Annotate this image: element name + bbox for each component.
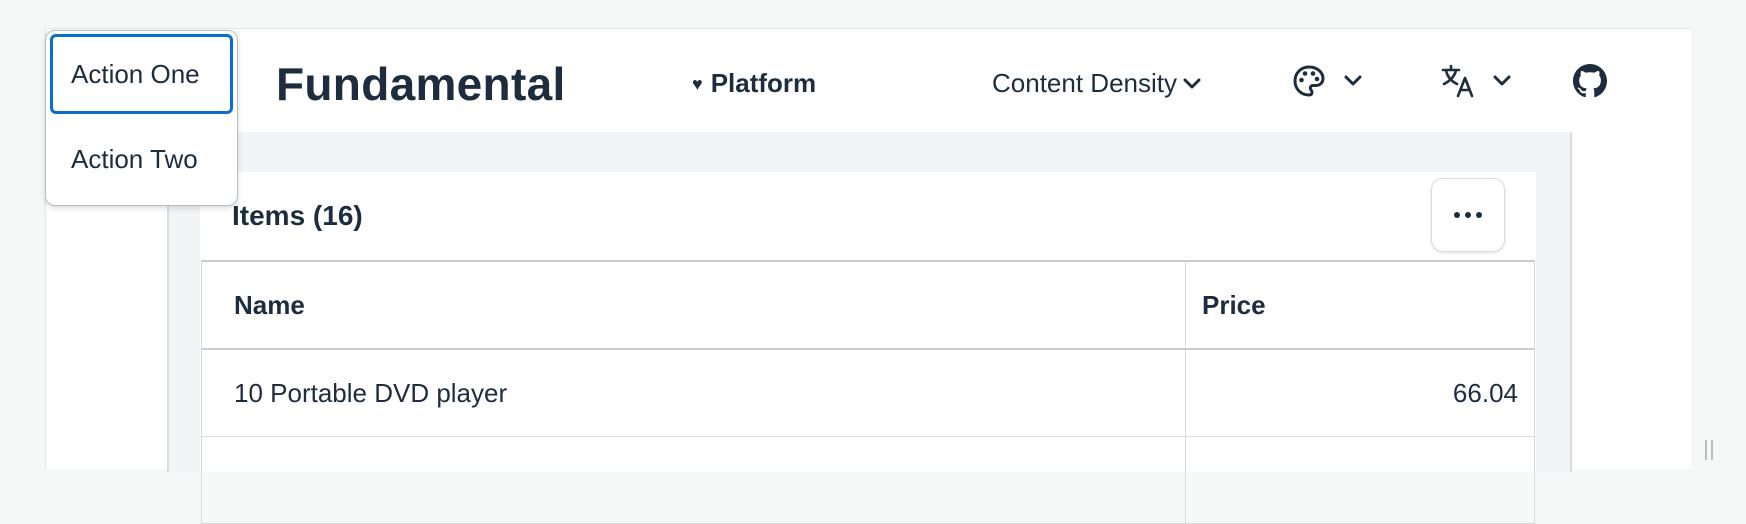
- theme-menu-button[interactable]: [1292, 64, 1362, 98]
- content-density-button[interactable]: Content Density: [992, 68, 1201, 99]
- platform-label: Platform: [710, 68, 817, 98]
- grip-line: [1711, 440, 1713, 460]
- translate-icon: [1441, 64, 1474, 98]
- heart-icon: ♥: [692, 73, 703, 94]
- chevron-down-icon: [1493, 75, 1511, 86]
- table-row[interactable]: [201, 437, 1535, 524]
- chevron-down-icon: [1183, 78, 1201, 88]
- grip-line: [1705, 440, 1707, 460]
- brand-title: Fundamental: [276, 58, 566, 110]
- content-density-label: Content Density: [992, 68, 1177, 98]
- cell-price: 66.04: [1452, 377, 1518, 408]
- page-gutter: [1691, 28, 1746, 468]
- cell-name: [202, 437, 1186, 523]
- github-link[interactable]: [1573, 64, 1607, 98]
- language-menu-button[interactable]: [1441, 64, 1511, 98]
- palette-icon: [1293, 65, 1325, 97]
- table-header-row: Name Price: [201, 262, 1535, 350]
- menu-item-action-one[interactable]: Action One: [50, 34, 233, 114]
- menu-item-action-two[interactable]: Action Two: [50, 119, 233, 199]
- platform-menu-button[interactable]: ♥ Platform: [692, 68, 816, 99]
- github-icon: [1573, 64, 1607, 98]
- cell-price: [1186, 437, 1534, 523]
- table-row[interactable]: 10 Portable DVD player 66.04: [201, 350, 1535, 437]
- table-title: Items (16): [232, 200, 363, 231]
- overflow-menu-button[interactable]: [1431, 178, 1505, 252]
- column-header-name[interactable]: Name: [202, 262, 1186, 348]
- items-table: Name Price 10 Portable DVD player 66.04: [201, 260, 1535, 524]
- cell-name: 10 Portable DVD player: [202, 350, 1186, 436]
- column-header-price[interactable]: Price: [1186, 262, 1534, 348]
- chevron-down-icon: [1344, 75, 1362, 86]
- resize-grip[interactable]: [1705, 440, 1715, 460]
- more-horizontal-icon: [1454, 212, 1482, 218]
- actions-popover-menu: Action One Action Two: [45, 30, 238, 206]
